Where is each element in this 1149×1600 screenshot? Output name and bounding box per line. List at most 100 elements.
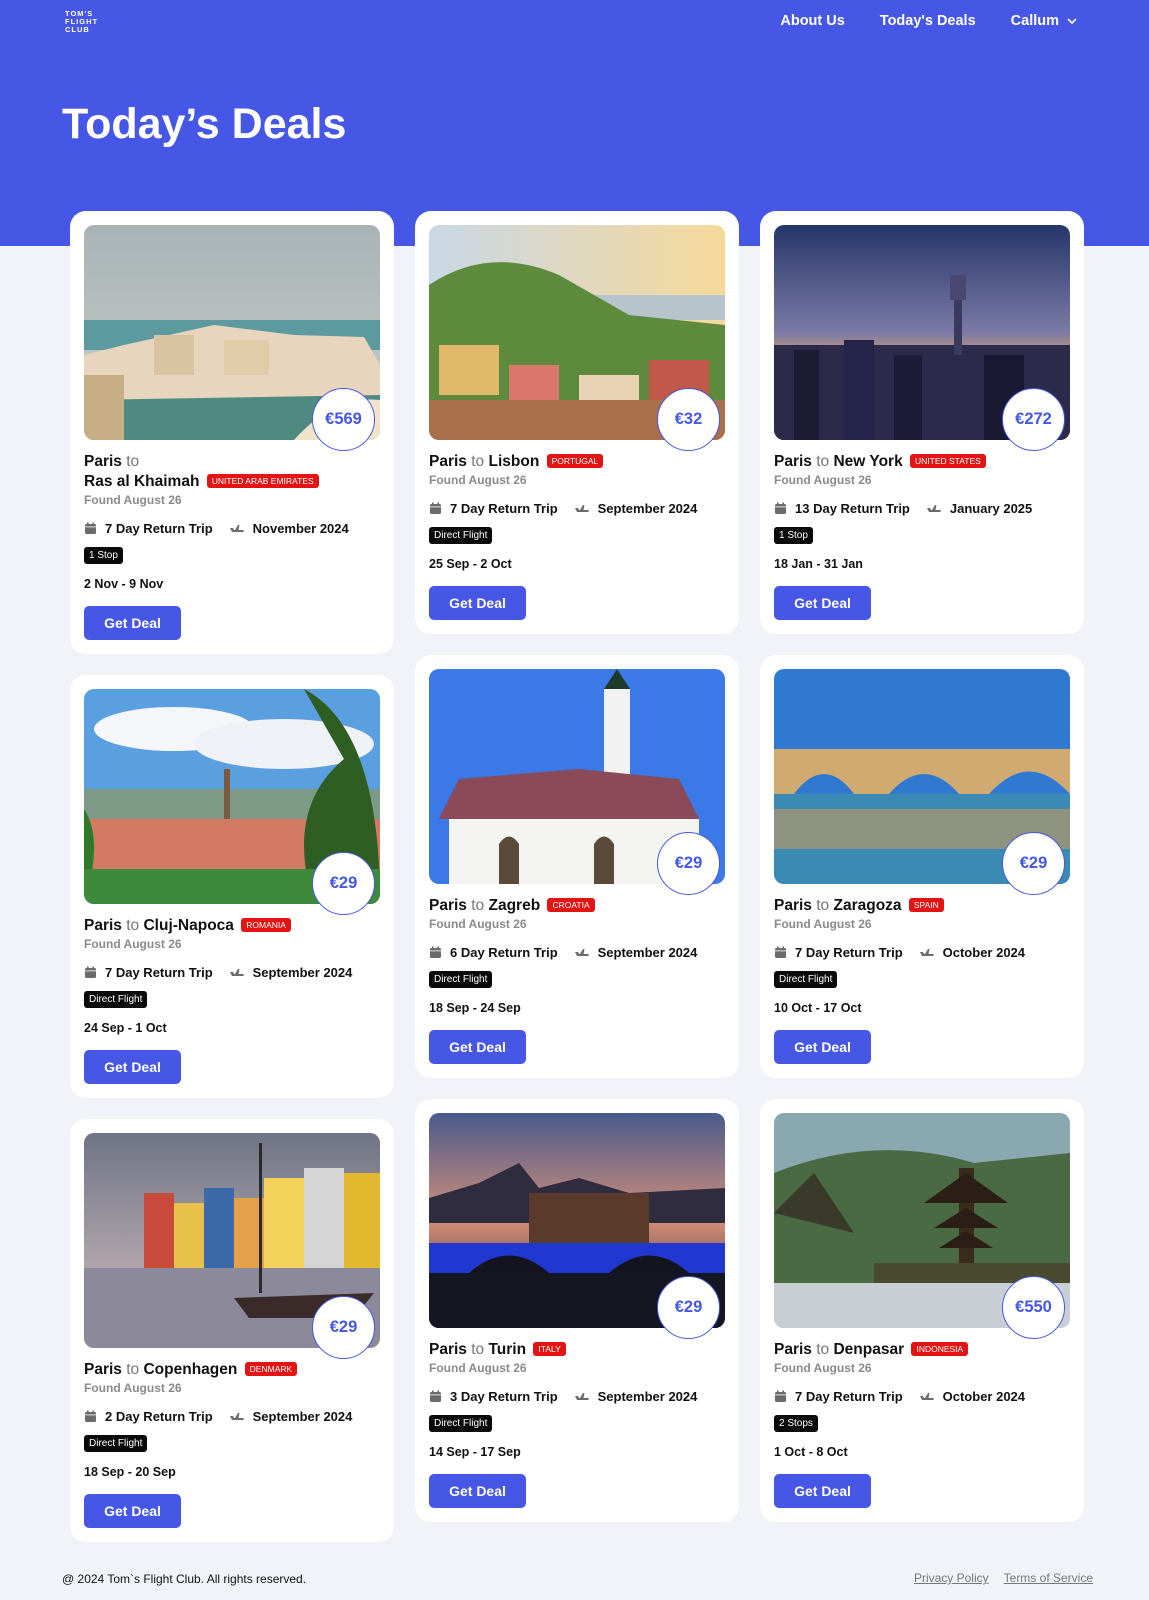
calendar-icon: [775, 1390, 786, 1402]
price-badge: €32: [657, 388, 720, 451]
travel-month-text: September 2024: [597, 1389, 698, 1404]
calendar-icon: [775, 502, 786, 514]
plane-icon: [574, 1393, 589, 1400]
origin-city: Paris: [429, 453, 467, 470]
logo-line: CLUB: [65, 25, 90, 34]
user-name: Callum: [1010, 13, 1059, 29]
travel-month-text: September 2024: [597, 945, 698, 960]
country-badge: INDONESIA: [911, 1342, 969, 1356]
found-date: Found August 26: [774, 473, 872, 487]
route-title: Paris to Turin ITALY: [429, 1340, 725, 1360]
country-badge: ROMANIA: [241, 918, 291, 932]
route-title: Paris to Zagreb CROATIA: [429, 896, 725, 916]
travel-month: September 2024: [574, 945, 698, 960]
get-deal-button[interactable]: Get Deal: [774, 1474, 871, 1508]
destination-city: Cluj-Napoca: [143, 917, 234, 934]
trip-length: 13 Day Return Trip: [774, 501, 910, 516]
stops-badge: Direct Flight: [84, 991, 148, 1008]
trip-length-text: 13 Day Return Trip: [795, 501, 910, 516]
route-title: Paris to Denpasar INDONESIA: [774, 1340, 1070, 1360]
plane-icon: [574, 505, 589, 512]
country-badge: PORTUGAL: [546, 454, 604, 468]
nav-about-us[interactable]: About Us: [780, 13, 844, 29]
price-badge: €29: [312, 1296, 375, 1359]
trip-facts: 13 Day Return Trip January 2025: [774, 501, 1070, 516]
travel-month: October 2024: [919, 1389, 1025, 1404]
trip-facts: 7 Day Return Trip September 2024: [84, 965, 380, 980]
get-deal-button[interactable]: Get Deal: [84, 1494, 181, 1528]
logo[interactable]: TOM'S FLIGHT CLUB: [65, 10, 105, 34]
found-date: Found August 26: [429, 473, 527, 487]
destination-city: Copenhagen: [143, 1361, 238, 1378]
route-to: to: [816, 1341, 830, 1358]
plane-icon: [229, 1413, 244, 1420]
price-badge: €550: [1002, 1276, 1065, 1339]
travel-dates: 10 Oct - 17 Oct: [774, 1001, 862, 1015]
trip-length-text: 7 Day Return Trip: [450, 501, 558, 516]
found-date: Found August 26: [84, 493, 182, 507]
origin-city: Paris: [774, 453, 812, 470]
travel-month: September 2024: [574, 1389, 698, 1404]
get-deal-button[interactable]: Get Deal: [84, 606, 181, 640]
origin-city: Paris: [84, 453, 122, 470]
travel-month-text: September 2024: [252, 965, 353, 980]
trip-facts: 7 Day Return Trip November 2024: [84, 521, 380, 536]
privacy-policy-link[interactable]: Privacy Policy: [914, 1571, 989, 1585]
deal-card: €29 Paris to Zaragoza SPAIN Found August…: [760, 655, 1084, 1078]
calendar-icon: [430, 1390, 441, 1402]
route-to: to: [126, 453, 140, 470]
plane-icon: [926, 505, 941, 512]
route-title: Paris to Copenhagen DENMARK: [84, 1360, 380, 1380]
country-badge: ITALY: [533, 1342, 566, 1356]
travel-dates: 25 Sep - 2 Oct: [429, 557, 512, 571]
destination-city: Denpasar: [833, 1341, 905, 1358]
plane-icon: [919, 949, 934, 956]
get-deal-button[interactable]: Get Deal: [429, 1030, 526, 1064]
travel-dates: 18 Sep - 24 Sep: [429, 1001, 521, 1015]
get-deal-button[interactable]: Get Deal: [429, 1474, 526, 1508]
deal-card: €29 Paris to Cluj-Napoca ROMANIA Found A…: [70, 675, 394, 1098]
travel-month-text: September 2024: [597, 501, 698, 516]
hero-banner: TOM'S FLIGHT CLUB About Us Today's Deals…: [0, 0, 1149, 246]
route-title: Paris to Zaragoza SPAIN: [774, 896, 1070, 916]
user-menu[interactable]: Callum: [1011, 13, 1077, 29]
destination-city: Zaragoza: [833, 897, 902, 914]
calendar-icon: [85, 1410, 96, 1422]
origin-city: Paris: [429, 1341, 467, 1358]
terms-of-service-link[interactable]: Terms of Service: [1004, 1571, 1093, 1585]
origin-city: Paris: [774, 897, 812, 914]
trip-facts: 6 Day Return Trip September 2024: [429, 945, 725, 960]
travel-dates: 1 Oct - 8 Oct: [774, 1445, 848, 1459]
price-badge: €29: [1002, 832, 1065, 895]
origin-city: Paris: [429, 897, 467, 914]
origin-city: Paris: [84, 1361, 122, 1378]
get-deal-button[interactable]: Get Deal: [774, 586, 871, 620]
stops-badge: Direct Flight: [774, 971, 838, 988]
get-deal-button[interactable]: Get Deal: [774, 1030, 871, 1064]
stops-badge: 1 Stop: [84, 547, 123, 564]
plane-icon: [574, 949, 589, 956]
travel-month: September 2024: [574, 501, 698, 516]
get-deal-button[interactable]: Get Deal: [84, 1050, 181, 1084]
stops-badge: Direct Flight: [429, 527, 493, 544]
route-title: Paris to Lisbon PORTUGAL: [429, 452, 725, 472]
route-to: to: [471, 453, 485, 470]
deal-card: €569 Paris to Ras al Khaimah UNITED ARAB…: [70, 211, 394, 654]
deals-grid: €569 Paris to Ras al Khaimah UNITED ARAB…: [70, 211, 1084, 1542]
trip-length-text: 6 Day Return Trip: [450, 945, 558, 960]
deal-card: €32 Paris to Lisbon PORTUGAL Found Augus…: [415, 211, 739, 634]
route-to: to: [126, 1361, 140, 1378]
deal-card: €272 Paris to New York UNITED STATES Fou…: [760, 211, 1084, 634]
route-to: to: [471, 1341, 485, 1358]
travel-month-text: October 2024: [942, 945, 1026, 960]
price-badge: €29: [312, 852, 375, 915]
chevron-down-icon: [1067, 17, 1077, 24]
nav-todays-deals[interactable]: Today's Deals: [880, 13, 976, 29]
calendar-icon: [85, 966, 96, 978]
get-deal-button[interactable]: Get Deal: [429, 586, 526, 620]
route-to: to: [816, 897, 830, 914]
stops-badge: Direct Flight: [429, 1415, 493, 1432]
calendar-icon: [430, 946, 441, 958]
plane-icon: [229, 969, 244, 976]
destination-city: Lisbon: [488, 453, 540, 470]
